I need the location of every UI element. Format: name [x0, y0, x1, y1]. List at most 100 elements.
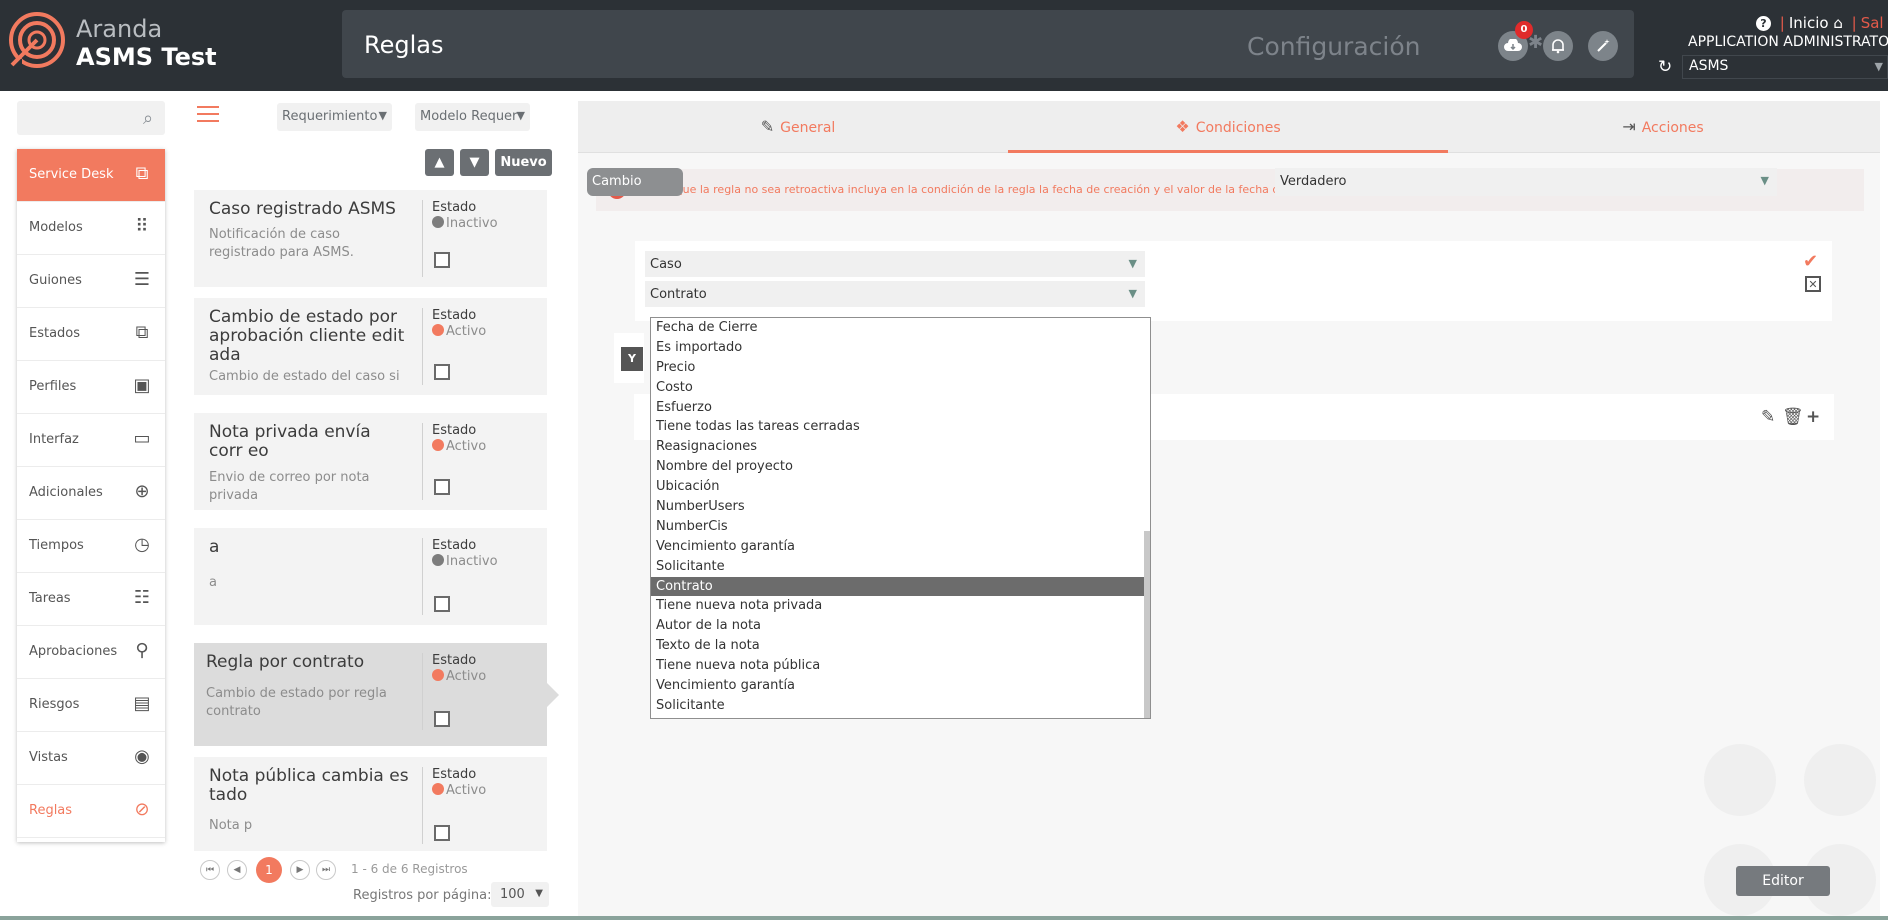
sidebar-item-tiempos[interactable]: Tiempos ◷ — [17, 520, 165, 573]
field-options-dropdown[interactable]: Fecha de Cierre Es importado Precio Cost… — [650, 317, 1151, 719]
dropdown-option[interactable]: Tiene todas las tareas cerradas — [651, 417, 1150, 437]
status-label: Estado — [432, 538, 477, 553]
dropdown-option[interactable]: Solicitante — [651, 696, 1150, 716]
dropdown-option[interactable]: Precio — [651, 358, 1150, 378]
first-page-button[interactable]: ⏮ — [200, 860, 220, 880]
condition-box: Caso ▼ Contrato ▼ — [635, 241, 1832, 321]
close-icon[interactable]: ✕ — [1805, 276, 1821, 292]
sidebar-item-perfiles[interactable]: Perfiles ▣ — [17, 361, 165, 414]
refresh-icon[interactable]: ↻ — [1658, 57, 1672, 77]
rule-checkbox[interactable] — [434, 596, 450, 612]
id-card-icon: ▣ — [133, 375, 151, 396]
dropdown-option[interactable]: Vencimiento garantía — [651, 537, 1150, 557]
tab-acciones[interactable]: ⇥ Acciones — [1443, 101, 1883, 153]
dropdown-scrollbar[interactable] — [1144, 531, 1150, 718]
sidebar-item-aprobaciones[interactable]: Aprobaciones ⚲ — [17, 626, 165, 679]
tab-label: General — [780, 120, 836, 136]
next-page-icon: ▶ — [296, 865, 304, 875]
condition-operator[interactable]: Cambio — [587, 168, 683, 196]
help-icon[interactable]: ? — [1756, 16, 1771, 31]
plus-icon[interactable]: + — [1806, 407, 1820, 427]
sidebar-item-reglas[interactable]: Reglas ⊘ — [17, 785, 165, 838]
dropdown-option[interactable]: Es importado — [651, 338, 1150, 358]
arrow-down-icon: ▼ — [469, 155, 480, 170]
sidebar-item-adicionales[interactable]: Adicionales ⊕ — [17, 467, 165, 520]
model-filter[interactable]: Modelo Requer ▼ — [415, 103, 530, 131]
new-rule-button[interactable]: Nuevo — [495, 149, 552, 176]
dropdown-option[interactable]: NumberUsers — [651, 497, 1150, 517]
move-down-button[interactable]: ▼ — [460, 149, 489, 176]
dropdown-option[interactable]: Texto de la nota — [651, 636, 1150, 656]
per-page-select[interactable]: 100 ▼ — [491, 882, 549, 907]
prev-page-button[interactable]: ◀ — [227, 860, 247, 880]
tab-general[interactable]: ✎ General — [578, 101, 1018, 153]
next-page-button[interactable]: ▶ — [290, 860, 310, 880]
rule-checkbox[interactable] — [434, 711, 450, 727]
dropdown-option[interactable]: Tiene nueva nota pública — [651, 656, 1150, 676]
dropdown-option[interactable]: NumberCis — [651, 517, 1150, 537]
rule-checkbox[interactable] — [434, 364, 450, 380]
status-label: Estado — [432, 423, 477, 438]
rule-checkbox[interactable] — [434, 252, 450, 268]
sidebar-item-service-desk[interactable]: Service Desk ⧉ — [17, 149, 165, 202]
workspace-select[interactable]: ASMS ▼ — [1682, 55, 1888, 79]
rule-card[interactable]: Caso registrado ASMS Notificación de cas… — [194, 190, 547, 287]
dropdown-option[interactable]: Reasignaciones — [651, 437, 1150, 457]
dropdown-option-selected[interactable]: Contrato — [651, 576, 1150, 597]
rule-card[interactable]: Cambio de estado por aprobación cliente … — [194, 298, 547, 395]
dropdown-option[interactable]: Tiene nueva nota privada — [651, 596, 1150, 616]
last-page-button[interactable]: ⏭ — [316, 860, 336, 880]
dropdown-option[interactable]: Autor de la nota — [651, 616, 1150, 636]
rule-checkbox[interactable] — [434, 825, 450, 841]
logout-link[interactable]: Sal — [1861, 14, 1884, 32]
rule-card[interactable]: Nota pública cambia es tado Nota p Estad… — [194, 757, 547, 851]
page-title: Reglas — [364, 31, 444, 59]
sidebar-item-riesgos[interactable]: Riesgos ▤ — [17, 679, 165, 732]
config-link[interactable]: Configuración — [1247, 32, 1421, 61]
sidebar-nav: Service Desk ⧉ Modelos ⠿ Guiones ☰ Estad… — [17, 149, 165, 842]
sidebar-item-modelos[interactable]: Modelos ⠿ — [17, 202, 165, 255]
rule-card[interactable]: a a Estado Inactivo — [194, 528, 547, 625]
condition-field-value: Contrato — [650, 287, 707, 302]
move-up-button[interactable]: ▲ — [425, 149, 454, 176]
dropdown-option[interactable]: Fecha de Cierre — [651, 318, 1150, 338]
request-type-filter[interactable]: Requerimiento ▼ — [277, 103, 392, 131]
rule-card[interactable]: Nota privada envía corr eo Envio de corr… — [194, 413, 547, 510]
sidebar-item-interfaz[interactable]: Interfaz ▭ — [17, 414, 165, 467]
dropdown-option[interactable]: Nombre del proyecto — [651, 457, 1150, 477]
status-value: Activo — [432, 439, 486, 454]
dropdown-option[interactable]: Solicitante — [651, 557, 1150, 577]
sidebar-item-guiones[interactable]: Guiones ☰ — [17, 255, 165, 308]
notifications-button[interactable] — [1543, 31, 1573, 61]
menu-toggle-button[interactable] — [197, 106, 219, 122]
trash-icon[interactable]: 🗑 — [1782, 407, 1804, 427]
pencil-icon[interactable]: ✎ — [1761, 407, 1775, 427]
notification-count-badge: 0 — [1515, 21, 1533, 39]
rule-description: Notificación de caso registrado para ASM… — [209, 227, 354, 260]
condition-field-select[interactable]: Contrato ▼ — [645, 281, 1145, 307]
editor-button[interactable]: Editor — [1736, 866, 1830, 896]
cloud-download-icon — [1504, 39, 1522, 51]
condition-value-select[interactable]: Verdadero ▼ — [1275, 168, 1777, 196]
sidebar-item-label: Vistas — [29, 750, 68, 765]
tab-condiciones[interactable]: ❖ Condiciones — [1008, 101, 1448, 153]
sidebar-item-tareas[interactable]: Tareas ☷ — [17, 573, 165, 626]
current-page[interactable]: 1 — [256, 857, 282, 883]
home-link[interactable]: Inicio — [1789, 14, 1829, 32]
rule-checkbox[interactable] — [434, 479, 450, 495]
stack-icon: ⧉ — [135, 322, 149, 343]
dropdown-option[interactable]: Ubicación — [651, 477, 1150, 497]
sidebar-item-estados[interactable]: Estados ⧉ — [17, 308, 165, 361]
check-icon[interactable]: ✔ — [1803, 251, 1818, 272]
logic-operator-badge[interactable]: Y — [621, 347, 643, 371]
dropdown-option[interactable]: Costo — [651, 378, 1150, 398]
sidebar-item-vistas[interactable]: Vistas ◉ — [17, 732, 165, 785]
dropdown-option[interactable]: Esfuerzo — [651, 398, 1150, 418]
search-icon[interactable]: ⌕ — [143, 108, 153, 129]
condition-entity-select[interactable]: Caso ▼ — [645, 251, 1145, 277]
rule-card-selected[interactable]: Regla por contrato Cambio de estado por … — [194, 643, 547, 746]
pager-info: 1 - 6 de 6 Registros — [351, 862, 468, 876]
status-label: Estado — [432, 767, 477, 782]
tools-button[interactable] — [1588, 31, 1618, 61]
dropdown-option[interactable]: Vencimiento garantía — [651, 676, 1150, 696]
